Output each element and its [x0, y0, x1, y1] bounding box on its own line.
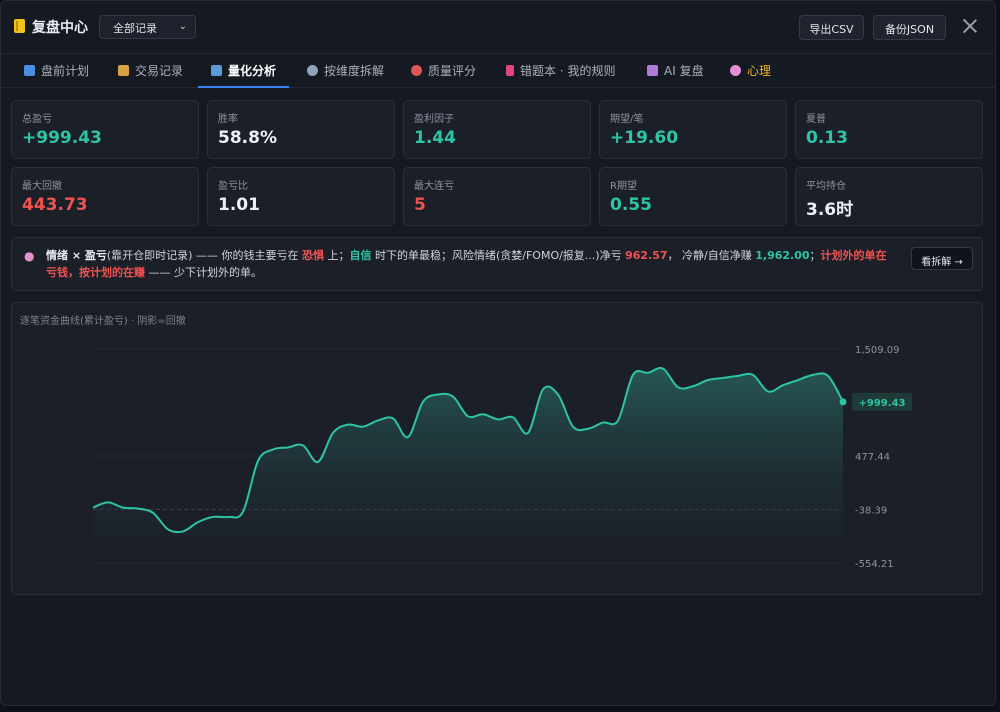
equity-curve-panel: 逐笔资金曲线(累计盈亏) · 阴影=回撤 1,509.09 477.44 -38.3…	[11, 302, 983, 595]
stat-label: 最大连亏	[414, 181, 454, 192]
insight-segment: ；	[809, 249, 821, 262]
view-breakdown-button[interactable]: 看拆解 →	[911, 247, 973, 270]
stat-avg-holding: 平均持仓 3.6时	[795, 167, 983, 226]
stat-value: +999.43	[22, 128, 102, 148]
insight-segment: —— 少下计划外的单。	[145, 266, 262, 279]
tab-quality-score[interactable]: 质量评分	[411, 53, 476, 87]
stat-label: R期望	[610, 181, 637, 192]
tab-quant-analysis[interactable]: 量化分析	[198, 53, 289, 88]
y-tick-label: -554.21	[855, 559, 894, 570]
tab-bar: 盘前计划 交易记录 量化分析 按维度拆解 质量评分 错题本 · 我的规则 AI …	[1, 53, 995, 88]
stat-label: 期望/笔	[610, 114, 644, 125]
stat-value: 3.6时	[806, 200, 854, 220]
target-icon	[411, 65, 422, 76]
stat-label: 最大回撤	[22, 181, 62, 192]
stat-label: 夏普	[806, 114, 826, 125]
tab-mistake-book[interactable]: 错题本 · 我的规则	[506, 53, 615, 87]
stat-value: 1.44	[414, 128, 456, 148]
drawdown-area	[93, 368, 843, 563]
equity-curve-chart: 1,509.09 477.44 -38.39 -554.21 +999.43	[92, 345, 912, 570]
calendar-icon	[24, 65, 35, 76]
book-icon	[506, 65, 514, 76]
bar-chart-icon	[211, 65, 222, 76]
tab-psychology[interactable]: 心理	[730, 53, 771, 87]
tab-label: 心理	[747, 64, 772, 78]
insight-fear-highlight: 恐惧	[301, 249, 324, 262]
y-tick-label: 1,509.09	[855, 345, 900, 356]
tab-label: 按维度拆解	[324, 64, 385, 78]
microscope-icon	[307, 65, 318, 76]
stat-r-expectancy: R期望 0.55	[599, 167, 787, 226]
tab-dimension-breakdown[interactable]: 按维度拆解	[307, 53, 384, 87]
stat-value: 5	[414, 195, 426, 215]
background-time-axis	[0, 706, 1000, 712]
insight-segment: 时下的单最稳；风险情绪(贪婪/FOMO/报复...)净亏	[371, 249, 626, 262]
brain-icon	[730, 65, 741, 76]
export-csv-button[interactable]: 导出CSV	[799, 15, 864, 40]
record-filter-select[interactable]: 全部记录 ⌄	[99, 15, 196, 39]
stat-payoff-ratio: 盈亏比 1.01	[207, 167, 395, 226]
stat-label: 总盈亏	[22, 114, 52, 125]
stat-value: 58.8%	[218, 128, 277, 148]
app-title: 复盘中心	[32, 20, 88, 36]
stat-label: 平均持仓	[806, 181, 846, 192]
record-filter-value: 全部记录	[113, 22, 157, 35]
review-center-window: 复盘中心 全部记录 ⌄ 导出CSV 备份JSON 盘前计划 交易记录 量化分析 …	[0, 0, 996, 706]
insight-calm-net-gain: 1,962.00	[755, 249, 810, 262]
clipboard-icon	[118, 65, 129, 76]
insight-heading: 情绪 × 盈亏	[46, 249, 107, 262]
stat-total-pnl: 总盈亏 +999.43	[11, 100, 199, 159]
header-bar: 复盘中心 全部记录 ⌄ 导出CSV 备份JSON	[1, 1, 995, 54]
stat-value: 1.01	[218, 195, 260, 215]
stat-value: +19.60	[610, 128, 679, 148]
stat-value: 0.55	[610, 195, 652, 215]
stat-win-rate: 胜率 58.8%	[207, 100, 395, 159]
tab-label: 交易记录	[135, 64, 184, 78]
insight-segment: ， 冷静/自信净赚	[667, 249, 756, 262]
y-tick-label: -38.39	[855, 506, 887, 517]
emotion-insight-banner: ● 情绪 × 盈亏(靠开仓即时记录) —— 你的钱主要亏在 恐惧 上；自信 时下…	[11, 237, 983, 291]
insight-segment: (靠开仓即时记录) —— 你的钱主要亏在	[106, 249, 302, 262]
stat-value: 443.73	[22, 195, 88, 215]
last-value-label: +999.43	[859, 398, 906, 409]
tab-label: 错题本 · 我的规则	[520, 64, 616, 78]
tab-trade-log[interactable]: 交易记录	[118, 53, 183, 87]
y-tick-label: 477.44	[855, 452, 890, 463]
tab-premarket-plan[interactable]: 盘前计划	[24, 53, 89, 87]
last-point-marker	[839, 398, 847, 406]
stat-label: 盈亏比	[218, 181, 248, 192]
stat-label: 盈利因子	[414, 114, 454, 125]
stat-sharpe: 夏普 0.13	[795, 100, 983, 159]
stat-profit-factor: 盈利因子 1.44	[403, 100, 591, 159]
backup-json-button[interactable]: 备份JSON	[873, 15, 946, 40]
brain-icon: ●	[24, 249, 35, 263]
insight-text: 情绪 × 盈亏(靠开仓即时记录) —— 你的钱主要亏在 恐惧 上；自信 时下的单…	[46, 247, 896, 281]
tab-label: 质量评分	[428, 64, 477, 78]
insight-segment: 上；	[323, 249, 350, 262]
stat-max-losing-streak: 最大连亏 5	[403, 167, 591, 226]
close-icon[interactable]	[961, 17, 979, 35]
stat-label: 胜率	[218, 114, 238, 125]
insight-confident-highlight: 自信	[349, 249, 372, 262]
stat-max-drawdown: 最大回撤 443.73	[11, 167, 199, 226]
chevron-down-icon: ⌄	[178, 21, 187, 32]
stat-value: 0.13	[806, 128, 848, 148]
tab-label: 盘前计划	[41, 64, 90, 78]
tab-label: AI 复盘	[664, 64, 704, 78]
tab-ai-review[interactable]: AI 复盘	[647, 53, 704, 87]
tab-label: 量化分析	[228, 64, 277, 78]
robot-icon	[647, 65, 658, 76]
notebook-icon	[14, 19, 25, 33]
insight-risk-net-loss: 962.57	[625, 249, 668, 262]
stat-expectancy: 期望/笔 +19.60	[599, 100, 787, 159]
